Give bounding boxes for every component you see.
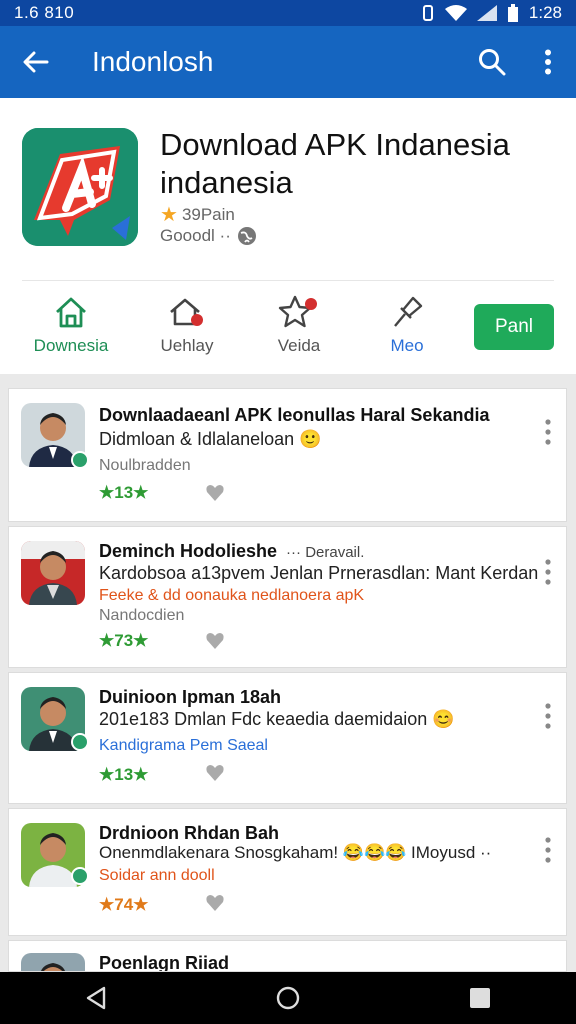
- overflow-menu-button[interactable]: [520, 26, 576, 98]
- post-link[interactable]: Feeke & dd oonauka nedlanoera apK: [99, 587, 364, 605]
- action-meo[interactable]: Meo: [352, 294, 462, 364]
- verified-badge-icon: [71, 451, 89, 469]
- back-button[interactable]: [0, 26, 72, 98]
- more-vert-icon[interactable]: [544, 419, 552, 445]
- star-icon: ★: [160, 204, 178, 226]
- post-card[interactable]: Drdnioon Rhdan Bah Onenmdlakenara Snosgk…: [8, 808, 567, 936]
- post-meta: Noulbradden: [99, 457, 191, 474]
- globe-icon: [237, 227, 256, 245]
- status-left-text: 1.6 810: [14, 3, 75, 22]
- heart-icon[interactable]: [205, 763, 225, 783]
- home-icon: [56, 297, 86, 328]
- post-subtitle: 201e183 Dmlan Fdc keaedia daemidaion 😊: [99, 709, 455, 729]
- post-subtitle: Kardobsoa a13pvem Jenlan Prnerasdlan: Ma…: [99, 563, 539, 583]
- system-nav-bar: [0, 972, 576, 1024]
- action-label-uehlay: Uehlay: [160, 336, 214, 355]
- post-title: Downlaadaeanl APK leonullas Haral Sekand…: [99, 405, 490, 425]
- search-button[interactable]: [464, 26, 520, 98]
- more-vert-icon: [545, 49, 551, 75]
- post-link[interactable]: Kandigrama Pem Saeal: [99, 737, 268, 755]
- app-rating: ★ 39Pain: [160, 202, 235, 227]
- app-title: Download APK Indanesia indanesia: [160, 126, 560, 202]
- house-badge-icon: [170, 298, 203, 326]
- heart-icon[interactable]: [205, 893, 225, 913]
- app-developer-text: Gooodl ··: [160, 226, 231, 245]
- action-label-downesia: Downesia: [33, 336, 109, 355]
- app-bar-title: Indonlosh: [92, 46, 214, 77]
- more-vert-icon[interactable]: [544, 703, 552, 729]
- post-card[interactable]: Downlaadaeanl APK leonullas Haral Sekand…: [8, 388, 567, 522]
- search-icon: [479, 49, 506, 76]
- post-card[interactable]: Deminch Hodolieshe ··· Deravail. Kardobs…: [8, 526, 567, 668]
- post-rating: ★74★: [99, 895, 149, 914]
- action-uehlay[interactable]: Uehlay: [132, 294, 242, 364]
- verified-badge-icon: [71, 733, 89, 751]
- post-card[interactable]: Duinioon Ipman 18ah 201e183 Dmlan Fdc ke…: [8, 672, 567, 804]
- action-label-meo: Meo: [390, 336, 424, 355]
- app-title-line2: indanesia: [160, 165, 293, 200]
- post-link[interactable]: Soidar ann dooll: [99, 867, 215, 885]
- post-title: Poenlagn Riiad: [99, 953, 230, 972]
- avatar[interactable]: [21, 541, 85, 605]
- more-vert-icon[interactable]: [544, 837, 552, 863]
- heart-icon[interactable]: [205, 483, 225, 503]
- recents-square-icon[interactable]: [469, 987, 491, 1009]
- app-title-line1: Download APK Indanesia: [160, 127, 510, 162]
- pin-icon: [394, 296, 423, 327]
- post-title: Duinioon Ipman 18ah: [99, 687, 282, 707]
- vibrate-icon: [422, 5, 433, 21]
- apk-logo-icon: [22, 128, 138, 246]
- install-button[interactable]: Panl: [474, 304, 554, 350]
- status-bar: 1.6 810 1:28: [0, 0, 576, 26]
- post-subtitle: Didmloan & Idlalaneloan 🙂: [99, 429, 322, 449]
- signal-icon: [476, 5, 497, 21]
- header-divider: [22, 280, 554, 281]
- post-rating: ★73★: [99, 631, 149, 650]
- home-circle-icon[interactable]: [276, 986, 300, 1010]
- app-header-card: Download APK Indanesia indanesia ★ 39Pai…: [0, 98, 576, 374]
- post-card[interactable]: Poenlagn Riiad: [8, 940, 567, 972]
- back-triangle-icon[interactable]: [85, 986, 107, 1010]
- app-bar: Indonlosh: [0, 26, 576, 98]
- post-subtitle: Onenmdlakenara Snosgkaham! 😂😂😂 IMoyusd ·…: [99, 843, 492, 862]
- more-vert-icon[interactable]: [544, 559, 552, 585]
- action-downesia[interactable]: Downesia: [16, 294, 126, 364]
- action-label-veida: Veida: [277, 336, 321, 355]
- post-rating: ★13★: [99, 483, 149, 502]
- person-avatar-icon: [21, 541, 85, 605]
- app-icon[interactable]: [22, 128, 138, 246]
- verified-badge-icon: [71, 867, 89, 885]
- post-title: Drdnioon Rhdan Bah: [99, 823, 279, 843]
- wifi-icon: [444, 5, 467, 21]
- post-meta: Nandocdien: [99, 607, 185, 624]
- post-title-text: Deminch Hodolieshe: [99, 541, 278, 561]
- app-developer[interactable]: Gooodl ··: [160, 226, 257, 246]
- app-rating-text: 39Pain: [181, 204, 235, 224]
- post-rating: ★13★: [99, 765, 149, 784]
- post-title-suffix: ··· Deravail.: [286, 544, 365, 561]
- post-title: Deminch Hodolieshe ··· Deravail.: [99, 541, 364, 562]
- arrow-left-icon: [23, 51, 49, 73]
- person-avatar-icon: [21, 953, 85, 971]
- battery-icon: [507, 4, 518, 22]
- status-time: 1:28: [528, 3, 562, 22]
- star-badge-icon: [278, 295, 317, 328]
- action-veida[interactable]: Veida: [244, 294, 354, 364]
- avatar[interactable]: [21, 953, 85, 971]
- heart-icon[interactable]: [205, 631, 225, 651]
